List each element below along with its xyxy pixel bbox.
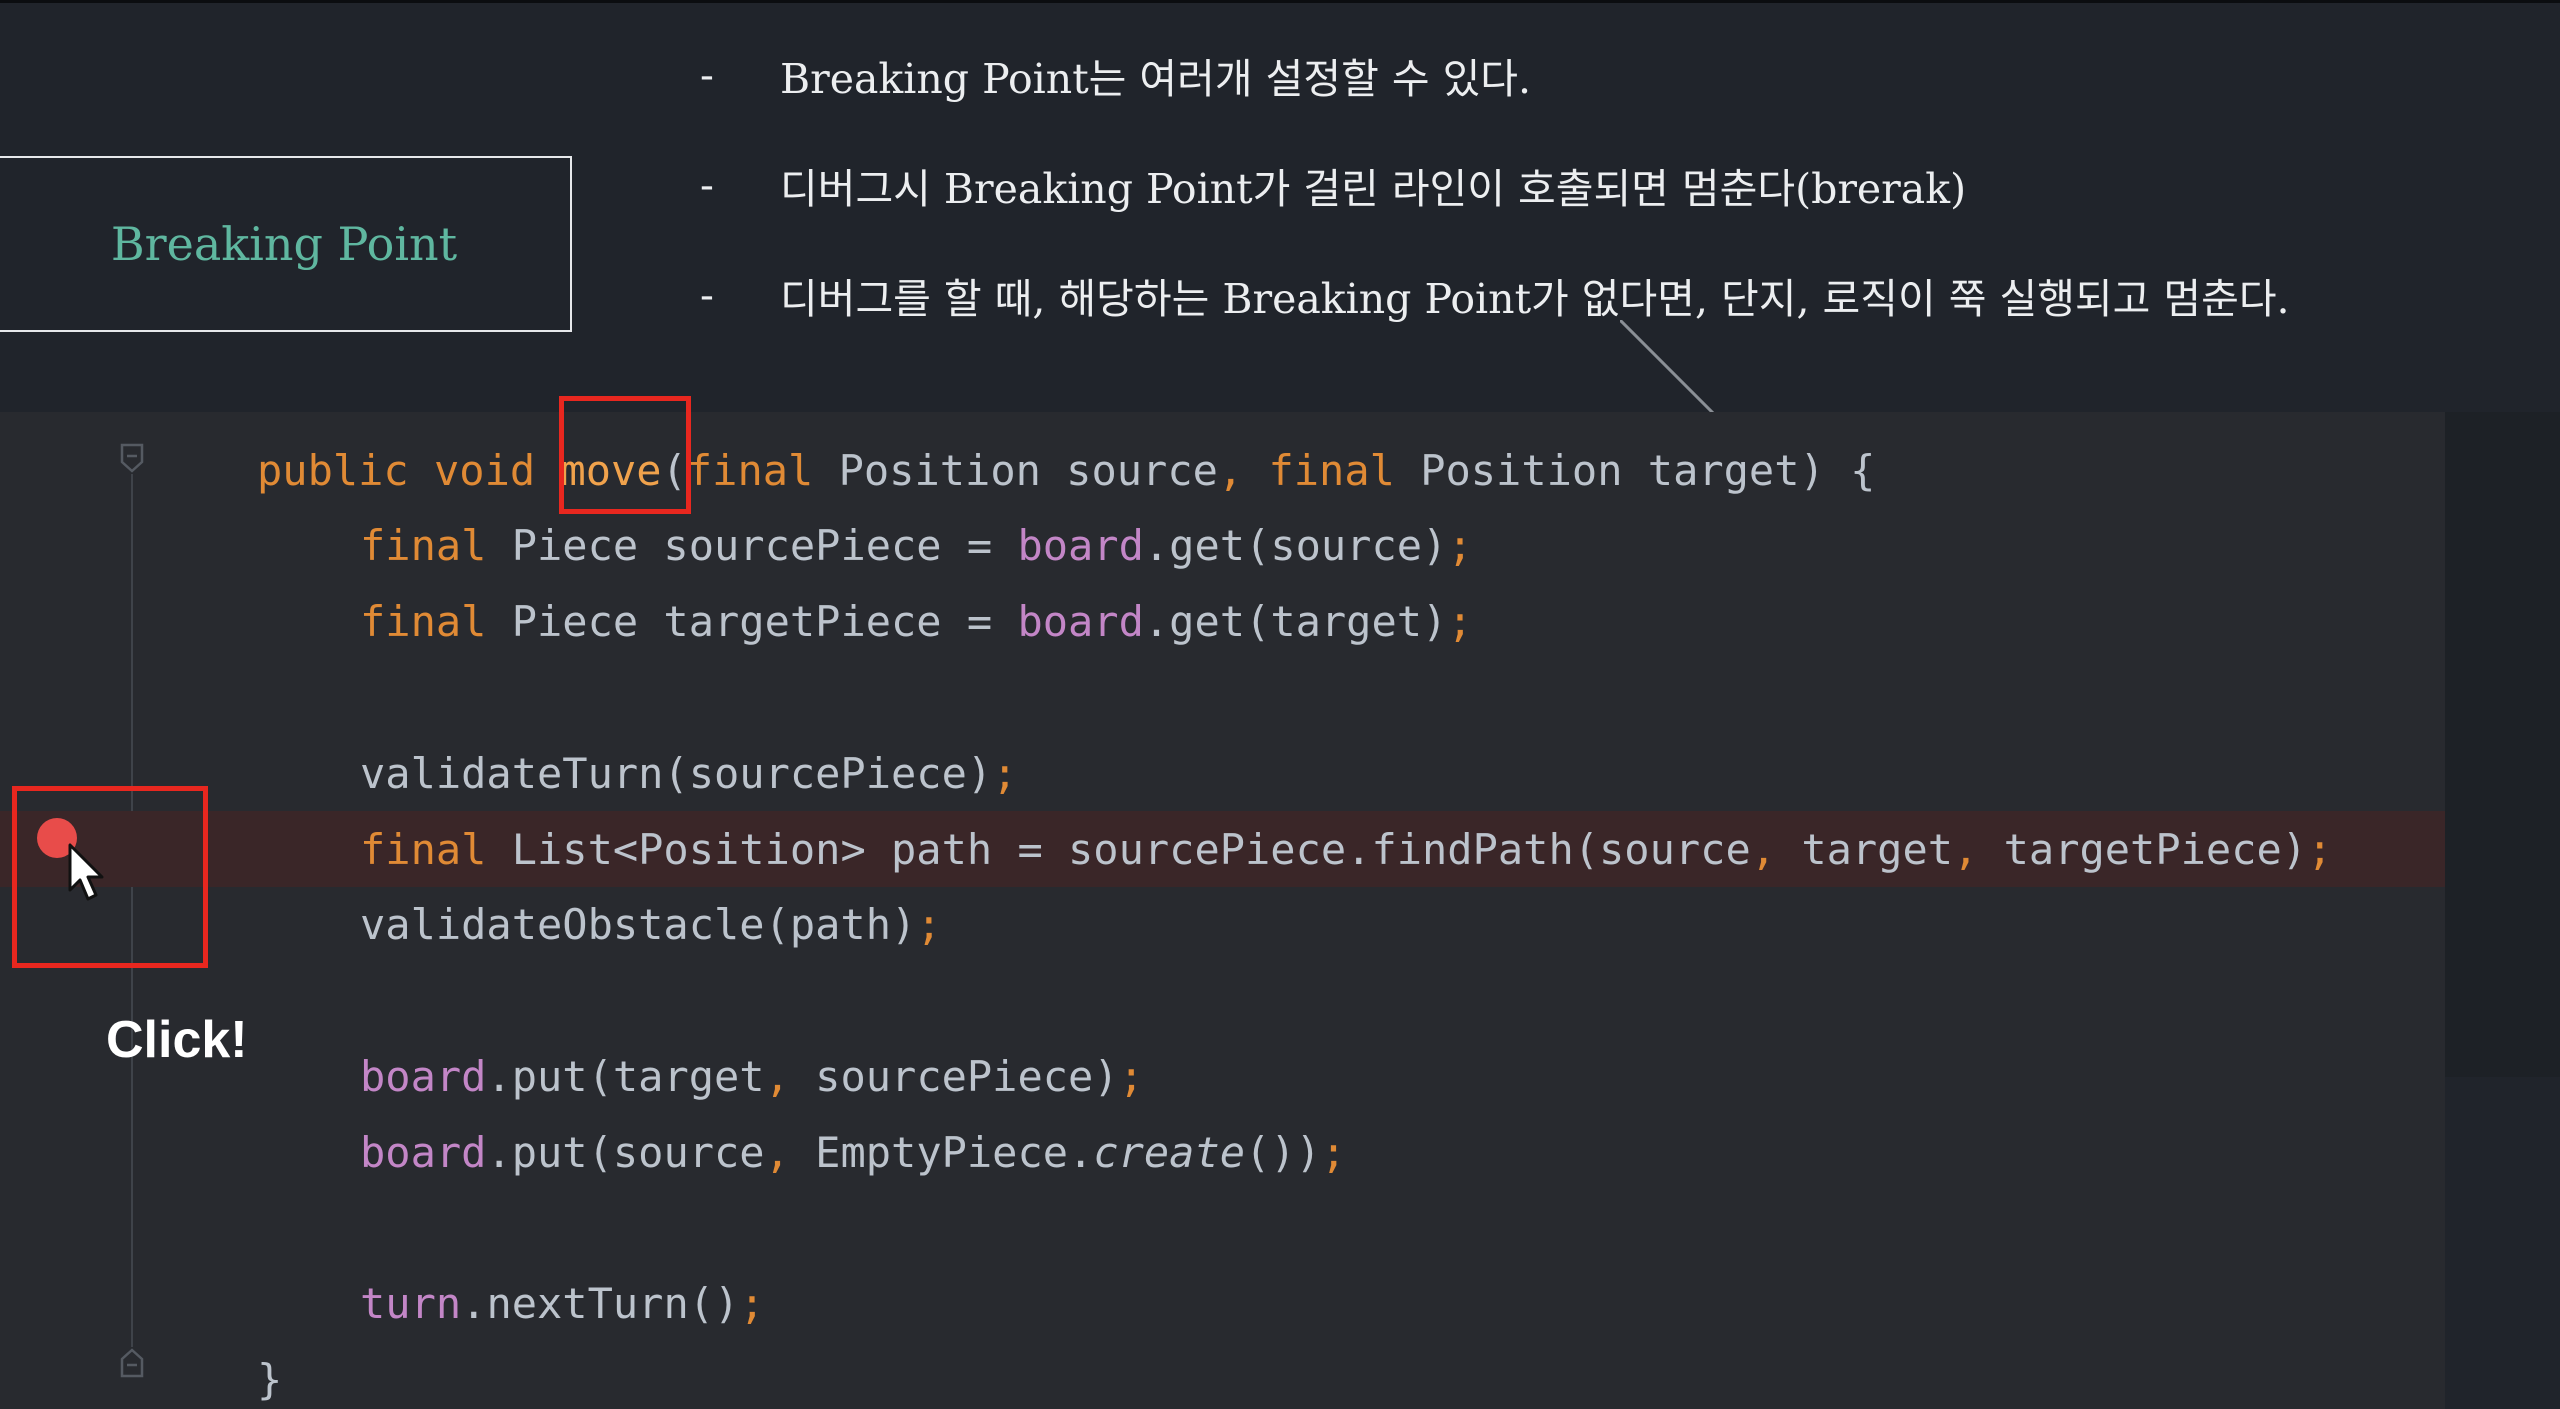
bullet-text: 디버그시 Breaking Point가 걸린 라인이 호출되면 멈춘다(bre… [780, 165, 1967, 213]
code-token: sourcePiece) [815, 1051, 1119, 1101]
code-line[interactable]: public void move(final Position source, … [0, 432, 2445, 508]
bullet-text: Breaking Point는 여러개 설정할 수 있다. [780, 55, 1532, 103]
code-token: board [1017, 597, 1144, 647]
code-token: , [1217, 445, 1269, 495]
code-token: Position target) { [1420, 445, 1876, 495]
code-line[interactable] [0, 1190, 2445, 1266]
code-line[interactable]: board.put(target, sourcePiece); [0, 1038, 2445, 1114]
code-line-text: final Piece targetPiece = board.get(targ… [360, 597, 1473, 646]
code-token: ; [1118, 1051, 1144, 1101]
code-line-breakpoint[interactable]: final List<Position> path = sourcePiece.… [0, 811, 2445, 887]
code-token: .put(source [486, 1127, 765, 1177]
scrollbar-panel [2445, 412, 2560, 1077]
code-token: Position source [838, 445, 1218, 495]
click-label: Click! [106, 1011, 248, 1069]
code-line-text: } [257, 1355, 282, 1404]
code-token: .get(source) [1143, 521, 1448, 571]
code-token: ; [739, 1279, 765, 1329]
code-line[interactable]: final Piece sourcePiece = board.get(sour… [0, 508, 2445, 584]
code-line[interactable]: } [0, 1342, 2445, 1409]
code-token: final [686, 445, 839, 495]
code-token: , [1750, 824, 1802, 874]
code-line[interactable]: board.put(source, EmptyPiece.create()); [0, 1114, 2445, 1190]
code-token: final [360, 597, 512, 647]
code-token: ; [2307, 824, 2333, 874]
code-editor[interactable]: public void move(final Position source, … [0, 412, 2445, 1409]
code-token: Piece targetPiece = [511, 597, 1018, 647]
code-token: .put(target [486, 1051, 765, 1101]
code-token: create [1093, 1127, 1246, 1177]
code-token: ()) [1245, 1127, 1321, 1177]
code-line-text: turn.nextTurn(); [360, 1279, 765, 1328]
code-token: , [1953, 824, 2004, 874]
slide-title: Breaking Point [110, 217, 458, 271]
code-token: turn [360, 1279, 462, 1329]
code-line-text: board.put(source, EmptyPiece.create()); [360, 1128, 1346, 1177]
mouse-pointer-icon [68, 843, 104, 901]
code-line[interactable]: final Piece targetPiece = board.get(targ… [0, 584, 2445, 660]
code-token: ; [1320, 1127, 1347, 1177]
method-name-highlight-box [559, 396, 691, 514]
code-line-text: board.put(target, sourcePiece); [360, 1052, 1144, 1101]
bullet-dash: - [700, 271, 714, 319]
bullet-dash: - [700, 51, 714, 99]
code-line[interactable] [0, 963, 2445, 1039]
title-box: Breaking Point [0, 156, 572, 332]
bullet-text: 디버그를 할 때, 해당하는 Breaking Point가 없다면, 단지, … [780, 275, 2290, 323]
code-token: targetPiece) [2003, 824, 2308, 874]
code-line-text: public void move(final Position source, … [257, 446, 1875, 495]
code-token: ; [1447, 597, 1473, 647]
code-line[interactable]: validateTurn(sourcePiece); [0, 735, 2445, 811]
code-token: , [764, 1051, 816, 1101]
code-token: ; [1447, 521, 1473, 571]
code-line[interactable] [0, 659, 2445, 735]
code-line[interactable]: turn.nextTurn(); [0, 1266, 2445, 1342]
code-token: board [1017, 521, 1144, 571]
code-token: target [1801, 824, 1954, 874]
code-line-text: validateTurn(sourcePiece); [360, 749, 1017, 798]
bullet-item: - 디버그시 Breaking Point가 걸린 라인이 호출되면 멈춘다(b… [700, 150, 1966, 220]
code-line-text: validateObstacle(path); [360, 900, 942, 949]
breakpoint-highlight-box [12, 786, 208, 968]
code-token: public void [257, 445, 561, 495]
code-line-text: final Piece sourcePiece = board.get(sour… [360, 521, 1473, 570]
code-token: board [360, 1127, 487, 1177]
code-token: final [1268, 445, 1421, 495]
code-line-text: final List<Position> path = sourcePiece.… [360, 825, 2332, 874]
slide: Breaking Point - Breaking Point는 여러개 설정할… [0, 0, 2560, 1409]
code-token: ; [916, 900, 942, 950]
code-token: Piece sourcePiece = [511, 521, 1018, 571]
code-token: } [257, 1355, 283, 1405]
code-token: board [360, 1051, 487, 1101]
code-token: List<Position> path = sourcePiece.findPa… [511, 824, 1751, 874]
bullet-item: - Breaking Point는 여러개 설정할 수 있다. [700, 40, 1531, 110]
code-token: .nextTurn() [461, 1279, 740, 1329]
code-line[interactable]: validateObstacle(path); [0, 887, 2445, 963]
code-token: , [764, 1127, 816, 1177]
code-token: validateObstacle(path) [360, 900, 917, 950]
code-token: .get(target) [1143, 597, 1448, 647]
code-token: final [360, 521, 512, 571]
code-token: validateTurn(sourcePiece) [360, 748, 993, 798]
top-edge [0, 0, 2560, 3]
code-token: EmptyPiece. [815, 1127, 1094, 1177]
code-token: final [360, 824, 512, 874]
bullet-dash: - [700, 161, 714, 209]
bullet-item: - 디버그를 할 때, 해당하는 Breaking Point가 없다면, 단지… [700, 260, 2290, 330]
code-token: ; [992, 748, 1018, 798]
